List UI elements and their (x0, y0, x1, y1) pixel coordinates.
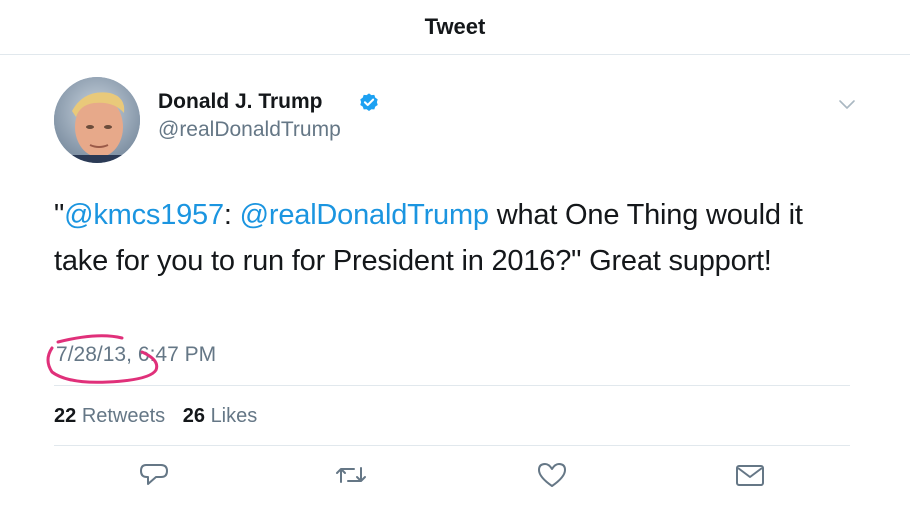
mention-link[interactable]: @realDonaldTrump (240, 199, 489, 231)
tweet-stats: 22 Retweets 26 Likes (54, 405, 257, 428)
retweet-count[interactable]: 22 (54, 405, 76, 427)
retweet-button[interactable] (334, 460, 368, 490)
like-label[interactable]: Likes (211, 405, 258, 427)
author-name[interactable]: Donald J. Trump (158, 90, 323, 114)
chevron-down-icon[interactable] (836, 95, 858, 113)
avatar[interactable] (54, 77, 140, 163)
tweet-date: 7/28/13, (56, 343, 132, 366)
tweet-timestamp[interactable]: 7/28/13, 6:47 PM (56, 343, 222, 367)
tweet-time: 6:47 PM (137, 343, 217, 366)
tweet-colon: : (223, 199, 240, 231)
avatar-image (54, 77, 140, 163)
envelope-icon (736, 465, 764, 486)
like-count[interactable]: 26 (183, 405, 205, 427)
direct-message-button[interactable] (733, 460, 767, 490)
page-title: Tweet (424, 14, 486, 39)
tweet-text: "@kmcs1957: @realDonaldTrump what One Th… (54, 192, 844, 284)
top-bar: Tweet (0, 0, 910, 55)
reply-icon (140, 464, 168, 485)
retweet-label[interactable]: Retweets (82, 405, 165, 427)
verified-badge-icon (360, 93, 378, 111)
retweet-icon (336, 467, 366, 483)
like-icon (538, 463, 566, 487)
author-handle[interactable]: @realDonaldTrump (158, 118, 341, 142)
mention-link[interactable]: @kmcs1957 (64, 199, 224, 231)
divider (54, 385, 850, 386)
divider (54, 445, 850, 446)
quote-mark: " (54, 199, 65, 231)
like-button[interactable] (535, 460, 569, 490)
reply-button[interactable] (137, 460, 171, 490)
